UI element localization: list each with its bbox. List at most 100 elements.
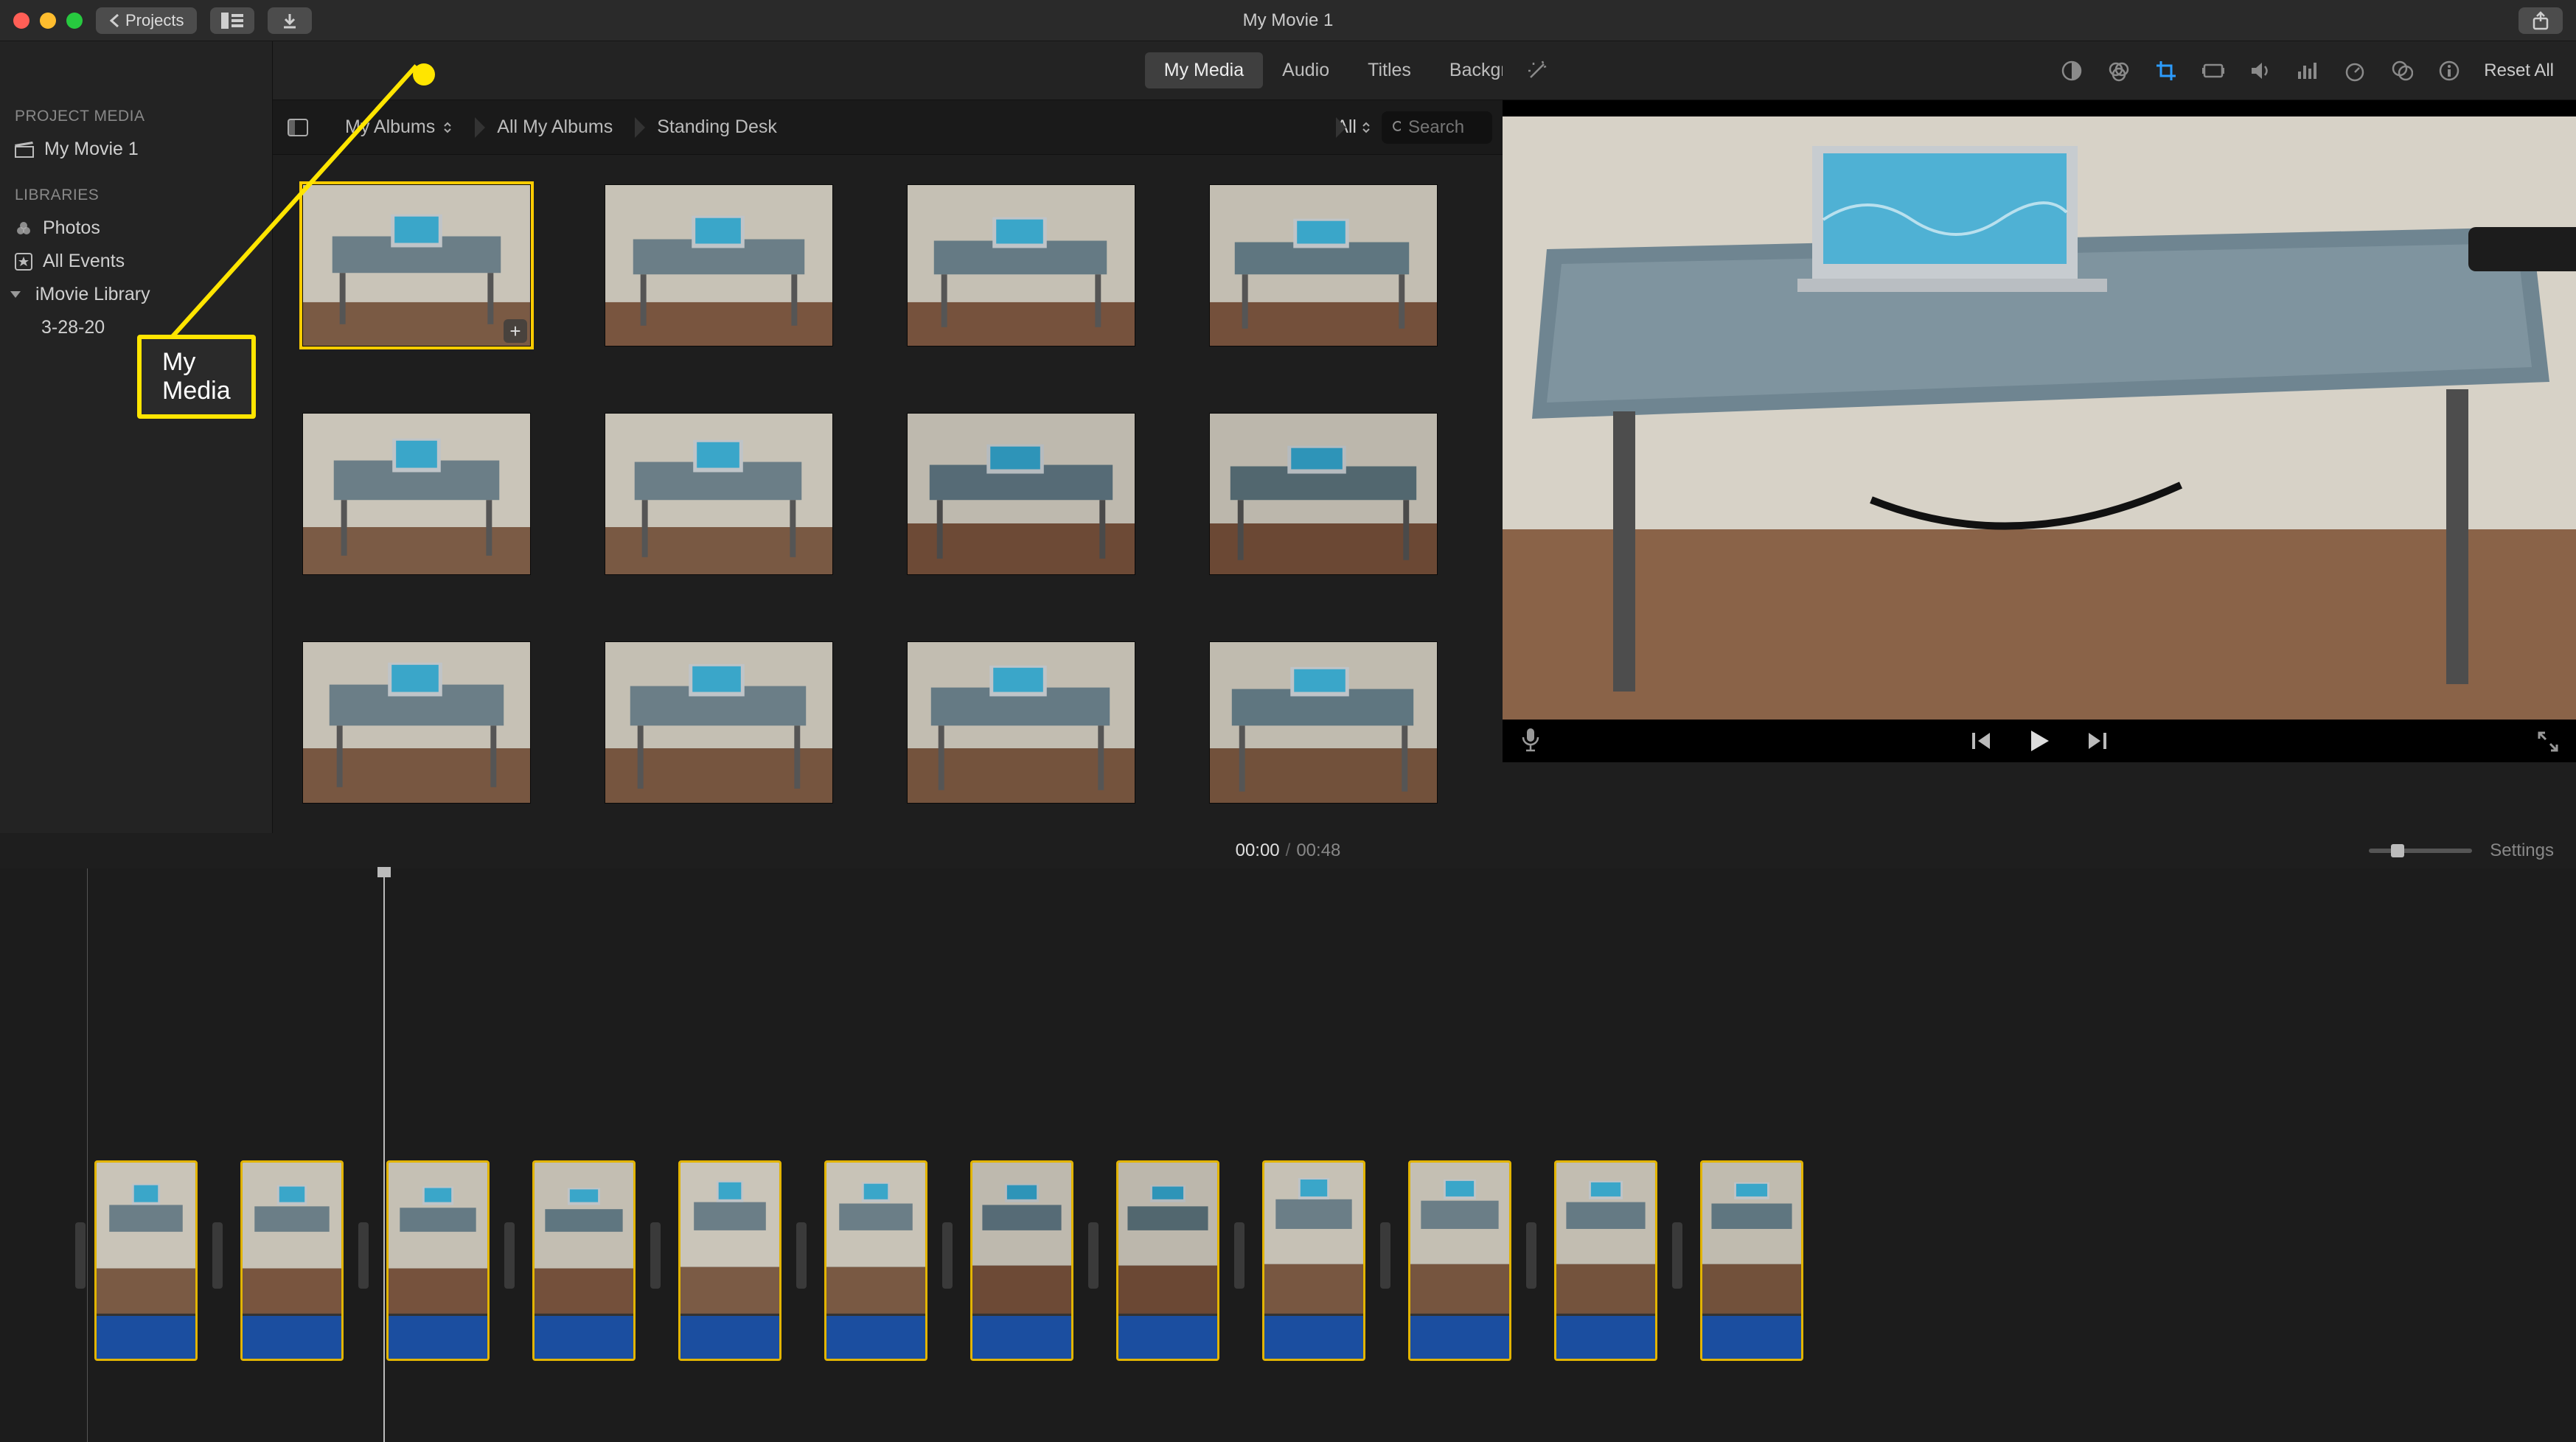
noise-equalizer-icon[interactable] xyxy=(2295,58,2320,83)
timeline-clip[interactable] xyxy=(824,1160,927,1361)
media-thumbnail[interactable] xyxy=(1209,413,1438,575)
enhance-wand-icon[interactable] xyxy=(1525,58,1550,83)
clip-handle[interactable] xyxy=(796,1222,807,1289)
timeline-clip[interactable] xyxy=(240,1160,344,1361)
volume-icon[interactable] xyxy=(2248,58,2273,83)
timeline-clip[interactable] xyxy=(94,1160,198,1361)
share-button[interactable] xyxy=(2518,7,2563,34)
clip-thumbnail xyxy=(1410,1163,1509,1314)
crop-icon[interactable] xyxy=(2154,58,2179,83)
media-thumbnail[interactable] xyxy=(907,184,1135,346)
thumbnail-image xyxy=(1210,642,1437,804)
timeline-clip[interactable] xyxy=(1554,1160,1657,1361)
clip-handle[interactable] xyxy=(358,1222,369,1289)
info-icon[interactable] xyxy=(2437,58,2462,83)
media-search[interactable] xyxy=(1382,111,1492,144)
clip-audio-track xyxy=(1264,1316,1363,1359)
media-thumbnail[interactable] xyxy=(605,184,833,346)
window-titlebar: Projects My Movie 1 xyxy=(0,0,2576,41)
window-controls xyxy=(13,13,83,29)
clip-audio-track xyxy=(97,1316,195,1359)
sidebar-section-libraries: LIBRARIES xyxy=(0,179,272,212)
timeline-clip[interactable] xyxy=(1700,1160,1803,1361)
clip-handle[interactable] xyxy=(1672,1222,1682,1289)
minimize-window-button[interactable] xyxy=(40,13,56,29)
media-thumbnail[interactable] xyxy=(302,641,531,804)
clip-filter-icon[interactable] xyxy=(2389,58,2415,83)
back-label: Projects xyxy=(125,11,184,30)
clip-audio-track xyxy=(826,1316,925,1359)
timeline-clip[interactable] xyxy=(678,1160,781,1361)
clip-handle[interactable] xyxy=(1234,1222,1245,1289)
sidebar-item-project[interactable]: My Movie 1 xyxy=(0,133,272,166)
clip-handle[interactable] xyxy=(942,1222,953,1289)
clip-thumbnail xyxy=(972,1163,1071,1314)
media-thumbnail[interactable] xyxy=(302,413,531,575)
thumbnail-image xyxy=(908,642,1135,804)
timeline-settings-button[interactable]: Settings xyxy=(2490,840,2554,861)
media-thumbnail[interactable] xyxy=(1209,184,1438,346)
thumbnail-image xyxy=(1210,414,1437,575)
next-frame-button[interactable] xyxy=(2086,731,2108,750)
fullscreen-button[interactable] xyxy=(2538,731,2558,752)
timeline-clip[interactable] xyxy=(1262,1160,1365,1361)
clip-audio-track xyxy=(243,1316,341,1359)
media-thumbnail[interactable] xyxy=(1209,641,1438,804)
timeline[interactable] xyxy=(0,868,2576,1442)
search-input[interactable] xyxy=(1408,117,1482,138)
clip-handle[interactable] xyxy=(650,1222,661,1289)
library-list-toggle-button[interactable] xyxy=(210,7,254,34)
tab-titles[interactable]: Titles xyxy=(1348,52,1430,88)
import-button[interactable] xyxy=(268,7,312,34)
media-thumbnail[interactable]: + xyxy=(302,184,531,346)
clapperboard-icon xyxy=(15,142,34,158)
media-browser: + xyxy=(273,155,1503,833)
clip-audio-track xyxy=(680,1316,779,1359)
thumbnail-image xyxy=(1210,185,1437,346)
timeline-clip[interactable] xyxy=(1116,1160,1219,1361)
timeline-start-marker xyxy=(87,868,88,1442)
reset-all-button[interactable]: Reset All xyxy=(2484,60,2554,81)
breadcrumb-level-3[interactable]: Standing Desk xyxy=(635,116,1336,138)
stabilization-icon[interactable] xyxy=(2201,58,2226,83)
clip-thumbnail xyxy=(680,1163,779,1314)
add-to-timeline-button[interactable]: + xyxy=(504,319,527,343)
clip-handle[interactable] xyxy=(1380,1222,1390,1289)
timeline-clip[interactable] xyxy=(1408,1160,1511,1361)
clip-audio-track xyxy=(1118,1316,1217,1359)
clip-handle[interactable] xyxy=(1526,1222,1536,1289)
thumbnail-image xyxy=(605,414,832,575)
maximize-window-button[interactable] xyxy=(66,13,83,29)
thumbnail-image xyxy=(303,642,530,804)
close-window-button[interactable] xyxy=(13,13,29,29)
media-thumbnail[interactable] xyxy=(605,413,833,575)
timeline-clip[interactable] xyxy=(386,1160,490,1361)
media-thumbnail[interactable] xyxy=(907,413,1135,575)
clip-thumbnail xyxy=(826,1163,925,1314)
clip-handle[interactable] xyxy=(1088,1222,1099,1289)
media-thumbnail[interactable] xyxy=(907,641,1135,804)
tab-audio[interactable]: Audio xyxy=(1263,52,1348,88)
sidebar-item-photos[interactable]: Photos xyxy=(0,212,272,245)
sidebar-item-label: Photos xyxy=(43,217,100,239)
disclosure-triangle-icon[interactable] xyxy=(10,291,21,298)
clip-handle[interactable] xyxy=(212,1222,223,1289)
tab-my-media[interactable]: My Media xyxy=(1145,52,1263,88)
breadcrumb-level-2[interactable]: All My Albums xyxy=(475,116,635,138)
speed-icon[interactable] xyxy=(2342,58,2367,83)
timeline-clip[interactable] xyxy=(532,1160,636,1361)
media-thumbnail[interactable] xyxy=(605,641,833,804)
color-correction-icon[interactable] xyxy=(2106,58,2131,83)
clip-handle[interactable] xyxy=(75,1222,86,1289)
play-button[interactable] xyxy=(2028,729,2050,753)
color-balance-icon[interactable] xyxy=(2059,58,2084,83)
prev-frame-button[interactable] xyxy=(1971,731,1993,750)
clip-handle[interactable] xyxy=(504,1222,515,1289)
thumbnail-image xyxy=(908,185,1135,346)
timeline-zoom-slider[interactable] xyxy=(2369,849,2472,853)
timeline-clip[interactable] xyxy=(970,1160,1073,1361)
breadcrumb-level-1[interactable]: My Albums xyxy=(323,116,475,138)
hide-browser-icon[interactable] xyxy=(288,119,308,136)
back-to-projects-button[interactable]: Projects xyxy=(96,7,197,34)
sidebar-item-imovie-library[interactable]: iMovie Library xyxy=(0,278,272,311)
